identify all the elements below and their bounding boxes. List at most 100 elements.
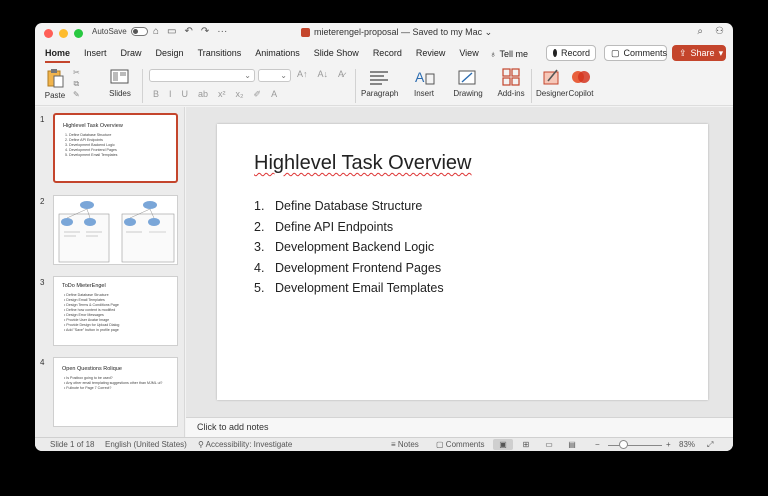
tab-home[interactable]: Home (38, 43, 77, 64)
subscript-button[interactable]: x₂ (236, 89, 244, 100)
fit-to-window-icon[interactable]: ⤢ (707, 440, 713, 450)
paste-button[interactable]: Paste (43, 68, 67, 100)
tab-insert[interactable]: Insert (77, 43, 114, 64)
grow-font-icon[interactable]: A↑ (297, 69, 308, 79)
zoom-level[interactable]: 83% (679, 440, 695, 449)
tab-slide-show[interactable]: Slide Show (307, 43, 366, 64)
font-name-dropdown[interactable]: ⌄ (149, 69, 255, 82)
copilot-label: Copilot (568, 89, 594, 98)
highlight-icon[interactable]: ✐ (254, 89, 262, 100)
drawing-button[interactable]: Drawing (451, 68, 485, 98)
tab-view[interactable]: View (452, 43, 485, 64)
accessibility-indicator[interactable]: ⚲ Accessibility: Investigate (198, 440, 292, 449)
autosave-label: AutoSave (92, 27, 127, 36)
slide-title[interactable]: Highlevel Task Overview (254, 152, 472, 175)
zoom-slider-knob[interactable] (619, 440, 629, 449)
thumbnail-line: 1. Define Database Structure (65, 133, 112, 137)
tab-review[interactable]: Review (409, 43, 453, 64)
slide-thumbnail-4[interactable]: Open Questions Rolique • Is Postbox goin… (53, 357, 178, 427)
notes-toggle[interactable]: ≡ Notes (391, 440, 419, 449)
home-icon[interactable]: ⌂ (153, 26, 159, 37)
notes-placeholder: Click to add notes (197, 422, 269, 432)
slide-counter: Slide 1 of 18 (50, 440, 95, 449)
reading-view-button[interactable]: ▭ (539, 439, 559, 450)
zoom-slider-track[interactable] (608, 445, 662, 446)
add-ins-grid-icon (502, 68, 520, 86)
save-icon[interactable]: ▭ (167, 26, 176, 37)
notes-pane[interactable]: Click to add notes (186, 417, 733, 437)
slide-thumbnail-2[interactable] (53, 195, 178, 265)
list-item-number: 1. (254, 199, 265, 213)
list-item-number: 2. (254, 219, 265, 234)
share-link-icon[interactable]: ⚇ (715, 26, 724, 37)
comments-button[interactable]: ▢ Comments (604, 45, 667, 61)
tab-design[interactable]: Design (149, 43, 191, 64)
slide-thumbnail-3[interactable]: ToDo MieterEngel • Define Database Struc… (53, 276, 178, 346)
add-ins-label: Add-ins (497, 89, 525, 98)
designer-icon (543, 69, 559, 85)
tab-record[interactable]: Record (366, 43, 409, 64)
italic-button[interactable]: I (169, 89, 172, 100)
designer-button[interactable]: Designer (536, 68, 569, 98)
quick-access-toolbar: ⌂ ▭ ↶ ↷ ··· (153, 26, 227, 37)
zoom-in-button[interactable]: + (666, 440, 671, 449)
tab-draw[interactable]: Draw (114, 43, 149, 64)
bold-button[interactable]: B (153, 89, 159, 100)
zoom-window-button[interactable] (74, 28, 83, 38)
redo-icon[interactable]: ↷ (201, 26, 209, 37)
thumbnail-line: 5. Development Email Templates (65, 153, 118, 157)
font-color-icon[interactable]: A (271, 89, 277, 100)
font-size-dropdown[interactable]: ⌄ (258, 69, 291, 82)
language-indicator[interactable]: English (United States) (105, 440, 187, 449)
paragraph-button[interactable]: Paragraph (361, 68, 398, 98)
tab-transitions[interactable]: Transitions (191, 43, 249, 64)
slideshow-view-button[interactable]: ▤ (562, 439, 582, 450)
thumbnail-line: • Design Terms & Conditions Page (64, 303, 119, 307)
slide-sorter-button[interactable]: ⊞ (516, 439, 536, 450)
autosave-toggle[interactable] (130, 27, 148, 36)
window-controls (44, 28, 83, 38)
list-item: 5. Development Email Templates (254, 281, 444, 302)
shrink-font-icon[interactable]: A↓ (318, 69, 329, 79)
current-slide[interactable]: Highlevel Task Overview 1. Define Databas… (217, 124, 708, 400)
close-window-button[interactable] (44, 28, 53, 38)
minimize-window-button[interactable] (59, 28, 68, 38)
slide-thumbnail-1[interactable]: Highlevel Task Overview 1. Define Databa… (53, 113, 178, 183)
slides-button[interactable]: Slides (105, 68, 135, 98)
slide-task-list[interactable]: 1. Define Database Structure 2. Define API… (254, 199, 444, 302)
more-icon[interactable]: ··· (217, 26, 227, 37)
format-painter-icon[interactable]: ✎ (73, 89, 80, 100)
underline-button[interactable]: U (182, 89, 189, 100)
accessibility-label: Accessibility: Investigate (205, 440, 293, 449)
insert-button[interactable]: A Insert (409, 68, 439, 98)
zoom-out-button[interactable]: − (595, 440, 600, 449)
undo-icon[interactable]: ↶ (185, 26, 193, 37)
autosave-control[interactable]: AutoSave (92, 27, 148, 36)
cut-icon[interactable]: ✂ (73, 67, 80, 78)
copy-icon[interactable]: ⧉ (73, 78, 80, 89)
normal-view-button[interactable]: ▣ (493, 439, 513, 450)
search-icon[interactable]: ⌕ (697, 26, 703, 37)
slide-thumbnails-panel[interactable]: 1 Highlevel Task Overview 1. Define Data… (35, 107, 185, 437)
strikethrough-button[interactable]: ab (198, 89, 208, 100)
document-title[interactable]: mieterengel-proposal — Saved to my Mac ⌄ (301, 27, 492, 38)
clear-formatting-icon[interactable]: A̷ (338, 69, 344, 79)
designer-label: Designer (536, 89, 569, 98)
ribbon-separator (355, 69, 356, 103)
share-button-label: Share (690, 48, 715, 58)
comments-toggle[interactable]: ▢ Comments (436, 440, 484, 449)
list-item-number: 3. (254, 240, 265, 254)
list-item-text: Development Email Templates (275, 281, 444, 295)
share-button[interactable]: ⇪ Share ▾ (672, 45, 726, 61)
list-item-text: Development Backend Logic (275, 240, 435, 254)
copilot-button[interactable]: Copilot (566, 68, 596, 98)
add-ins-button[interactable]: Add-ins (496, 68, 526, 98)
list-item: 1. Define Database Structure (254, 199, 444, 220)
superscript-button[interactable]: x² (218, 89, 226, 100)
tell-me-search[interactable]: ♁ Tell me (490, 49, 528, 59)
title-bar: AutoSave ⌂ ▭ ↶ ↷ ··· mieterengel-proposa… (35, 23, 733, 43)
thumbnail-title: Highlevel Task Overview (63, 123, 123, 129)
record-button[interactable]: Record (546, 45, 596, 61)
thumbnail-title: Open Questions Rolique (62, 366, 122, 372)
tab-animations[interactable]: Animations (248, 43, 307, 64)
